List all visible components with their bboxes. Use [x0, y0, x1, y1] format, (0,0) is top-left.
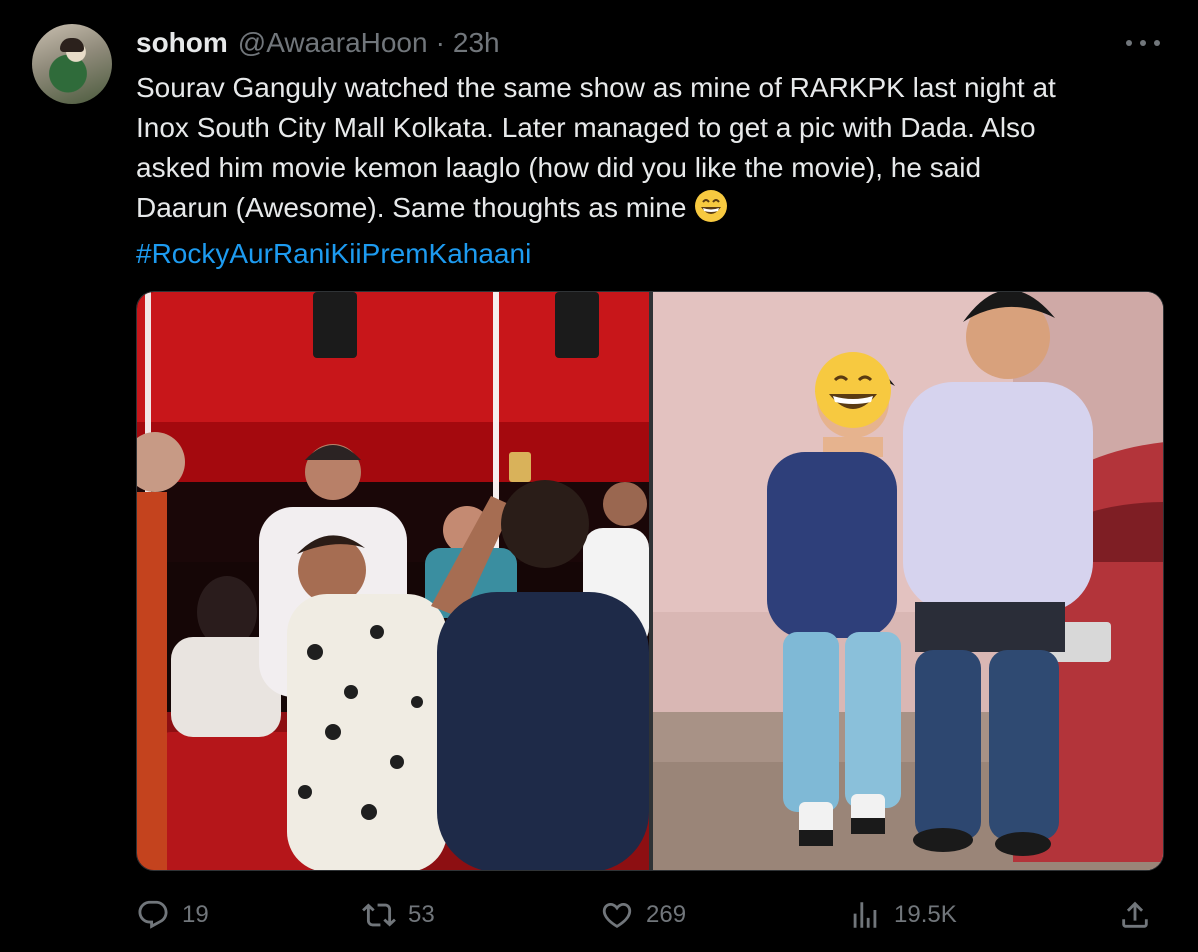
tweet-header: sohom @AwaaraHoon · 23h: [136, 26, 500, 60]
like-button[interactable]: 269: [600, 892, 686, 938]
media-grid: [136, 291, 1164, 871]
media-photo-right[interactable]: [653, 292, 1163, 870]
retweet-count: 53: [408, 901, 435, 928]
like-icon: [602, 902, 632, 928]
share-icon: [1122, 901, 1148, 928]
grinning-face-emoji: [694, 189, 728, 234]
reply-icon: [138, 900, 168, 929]
tweet-text: Sourav Ganguly watched the same show as …: [136, 68, 1166, 274]
reply-button[interactable]: 19: [136, 892, 209, 938]
tweet-line: asked him movie kemon laaglo (how did yo…: [136, 152, 982, 183]
reply-count: 19: [182, 901, 209, 928]
retweet-button[interactable]: 53: [362, 892, 435, 938]
avatar[interactable]: [32, 24, 112, 104]
media-photo-left[interactable]: [137, 292, 649, 870]
more-icon[interactable]: [1126, 36, 1160, 50]
tweet-line: Daarun (Awesome). Same thoughts as mine: [136, 192, 687, 223]
display-name[interactable]: sohom: [136, 27, 228, 59]
share-button[interactable]: [1118, 892, 1152, 938]
timestamp[interactable]: 23h: [453, 27, 500, 59]
views-icon: [853, 902, 877, 928]
user-handle[interactable]: @AwaaraHoon: [238, 27, 428, 59]
views-button[interactable]: 19.5K: [848, 892, 957, 938]
retweet-icon: [362, 903, 396, 927]
tweet[interactable]: sohom @AwaaraHoon · 23h Sourav Ganguly w…: [0, 0, 1198, 952]
tweet-line: Inox South City Mall Kolkata. Later mana…: [136, 112, 1036, 143]
like-count: 269: [646, 901, 687, 928]
action-bar: 19 53 269 19.5K: [136, 892, 1166, 938]
views-count: 19.5K: [894, 901, 957, 928]
hashtag-link[interactable]: #RockyAurRaniKiiPremKahaani: [136, 238, 531, 269]
separator: ·: [435, 27, 445, 58]
tweet-line: Sourav Ganguly watched the same show as …: [136, 72, 1056, 103]
